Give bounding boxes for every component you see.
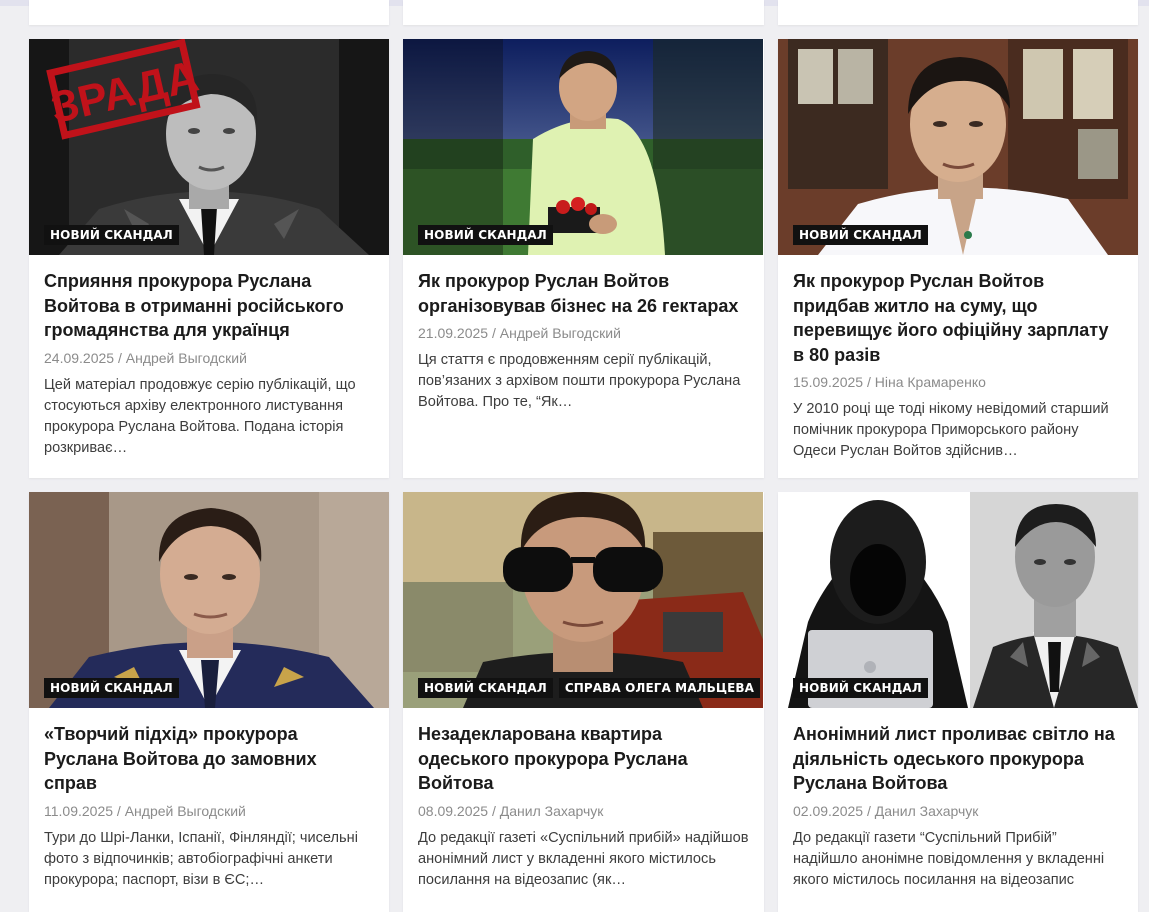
article-title[interactable]: Незадекларована квартира одеського проку… bbox=[418, 722, 749, 796]
meta-separator: / bbox=[117, 349, 122, 366]
article-author[interactable]: Андрей Выгодский bbox=[126, 350, 247, 366]
meta-separator: / bbox=[491, 325, 496, 341]
article-card[interactable]: НОВИЙ СКАНДАЛ СПРАВА ОЛЕГА МАЛЬЦЕВА Неза… bbox=[403, 492, 764, 912]
previous-card-bottom bbox=[403, 0, 764, 25]
category-badges: НОВИЙ СКАНДАЛ СПРАВА ОЛЕГА МАЛЬЦЕВА bbox=[418, 678, 761, 698]
article-title[interactable]: Анонімний лист проливає світло на діяльн… bbox=[793, 722, 1123, 796]
article-meta: 02.09.2025 / Данил Захарчук bbox=[793, 801, 1123, 821]
article-excerpt: Цей матеріал продовжує серію публікацій,… bbox=[44, 376, 356, 456]
article-meta: 15.09.2025 / Ніна Крамаренко bbox=[793, 372, 1123, 392]
hacker-and-prosecutor-photo bbox=[778, 492, 1138, 708]
category-badge[interactable]: НОВИЙ СКАНДАЛ bbox=[418, 678, 553, 698]
prosecutor-uniform-photo bbox=[29, 492, 389, 708]
category-badges: НОВИЙ СКАНДАЛ bbox=[793, 225, 928, 245]
article-excerpt: Ця стаття є продовженням серії публікаці… bbox=[418, 352, 741, 410]
article-title[interactable]: «Творчий підхід» прокурора Руслана Войто… bbox=[44, 722, 374, 796]
article-date: 15.09.2025 bbox=[793, 374, 864, 390]
meta-separator: / bbox=[491, 802, 496, 819]
article-meta: 21.09.2025 / Андрей Выгодский bbox=[418, 323, 749, 343]
article-excerpt: Тури до Шрі-Ланки, Іспанії, Фінляндії; ч… bbox=[44, 829, 358, 888]
category-badges: НОВИЙ СКАНДАЛ bbox=[44, 225, 179, 245]
category-badge[interactable]: НОВИЙ СКАНДАЛ bbox=[418, 225, 553, 245]
article-thumbnail[interactable]: НОВИЙ СКАНДАЛ bbox=[403, 39, 763, 255]
article-card[interactable]: НОВИЙ СКАНДАЛ Як прокурор Руслан Войтов … bbox=[403, 39, 764, 478]
meta-separator: / bbox=[116, 802, 121, 819]
category-badge[interactable]: НОВИЙ СКАНДАЛ bbox=[793, 225, 928, 245]
meta-separator: / bbox=[866, 374, 871, 390]
article-excerpt: У 2010 році ще тоді нікому невідомий ста… bbox=[793, 401, 1109, 459]
article-author[interactable]: Андрей Выгодский bbox=[500, 325, 621, 341]
article-author[interactable]: Данил Захарчук bbox=[500, 803, 604, 819]
article-thumbnail[interactable]: НОВИЙ СКАНДАЛ СПРАВА ОЛЕГА МАЛЬЦЕВА bbox=[403, 492, 763, 708]
article-meta: 24.09.2025 / Андрей Выгодский bbox=[44, 348, 374, 368]
prosecutor-cafe-photo bbox=[778, 39, 1138, 255]
article-thumbnail[interactable]: ЗРАДА НОВИЙ СКАНДАЛ bbox=[29, 39, 389, 255]
sunglasses-selfie-photo bbox=[403, 492, 763, 708]
strawberry-field-photo bbox=[403, 39, 763, 255]
article-date: 24.09.2025 bbox=[44, 349, 115, 366]
category-badge[interactable]: НОВИЙ СКАНДАЛ bbox=[44, 225, 179, 245]
category-badge[interactable]: НОВИЙ СКАНДАЛ bbox=[44, 678, 179, 698]
article-card[interactable]: НОВИЙ СКАНДАЛ Анонімний лист проливає св… bbox=[778, 492, 1138, 912]
article-meta: 11.09.2025 / Андрей Выгодский bbox=[44, 801, 374, 821]
previous-card-bottom bbox=[778, 0, 1138, 25]
category-badge[interactable]: НОВИЙ СКАНДАЛ bbox=[793, 678, 928, 698]
previous-card-bottom bbox=[29, 0, 389, 25]
article-meta: 08.09.2025 / Данил Захарчук bbox=[418, 801, 749, 821]
article-author[interactable]: Данил Захарчук bbox=[875, 803, 979, 819]
article-title[interactable]: Як прокурор Руслан Войтов придбав житло … bbox=[793, 269, 1123, 367]
article-card[interactable]: НОВИЙ СКАНДАЛ Як прокурор Руслан Войтов … bbox=[778, 39, 1138, 478]
article-card[interactable]: НОВИЙ СКАНДАЛ «Творчий підхід» прокурора… bbox=[29, 492, 389, 912]
category-badges: НОВИЙ СКАНДАЛ bbox=[44, 678, 179, 698]
meta-separator: / bbox=[866, 802, 871, 819]
article-thumbnail[interactable]: НОВИЙ СКАНДАЛ bbox=[29, 492, 389, 708]
article-date: 11.09.2025 bbox=[44, 802, 114, 819]
article-title[interactable]: Сприяння прокурора Руслана Войтова в отр… bbox=[44, 269, 374, 343]
article-author[interactable]: Андрей Выгодский bbox=[125, 803, 246, 819]
article-excerpt: До редакції газеті «Суспільний прибій» н… bbox=[418, 829, 749, 888]
article-date: 02.09.2025 bbox=[793, 802, 864, 819]
category-badges: НОВИЙ СКАНДАЛ bbox=[418, 225, 553, 245]
category-badge[interactable]: СПРАВА ОЛЕГА МАЛЬЦЕВА bbox=[558, 678, 761, 698]
article-excerpt: До редакції газети “Суспільний Прибій” н… bbox=[793, 829, 1105, 888]
article-card[interactable]: ЗРАДА НОВИЙ СКАНДАЛ Сприяння прокурора Р… bbox=[29, 39, 389, 478]
category-badges: НОВИЙ СКАНДАЛ bbox=[793, 678, 928, 698]
article-date: 21.09.2025 bbox=[418, 325, 489, 341]
article-date: 08.09.2025 bbox=[418, 802, 489, 819]
article-thumbnail[interactable]: НОВИЙ СКАНДАЛ bbox=[778, 492, 1138, 708]
article-title[interactable]: Як прокурор Руслан Войтов організовував … bbox=[418, 269, 749, 318]
article-thumbnail[interactable]: НОВИЙ СКАНДАЛ bbox=[778, 39, 1138, 255]
article-author[interactable]: Ніна Крамаренко bbox=[875, 374, 986, 390]
prosecutor-bw-photo: ЗРАДА bbox=[29, 39, 389, 255]
